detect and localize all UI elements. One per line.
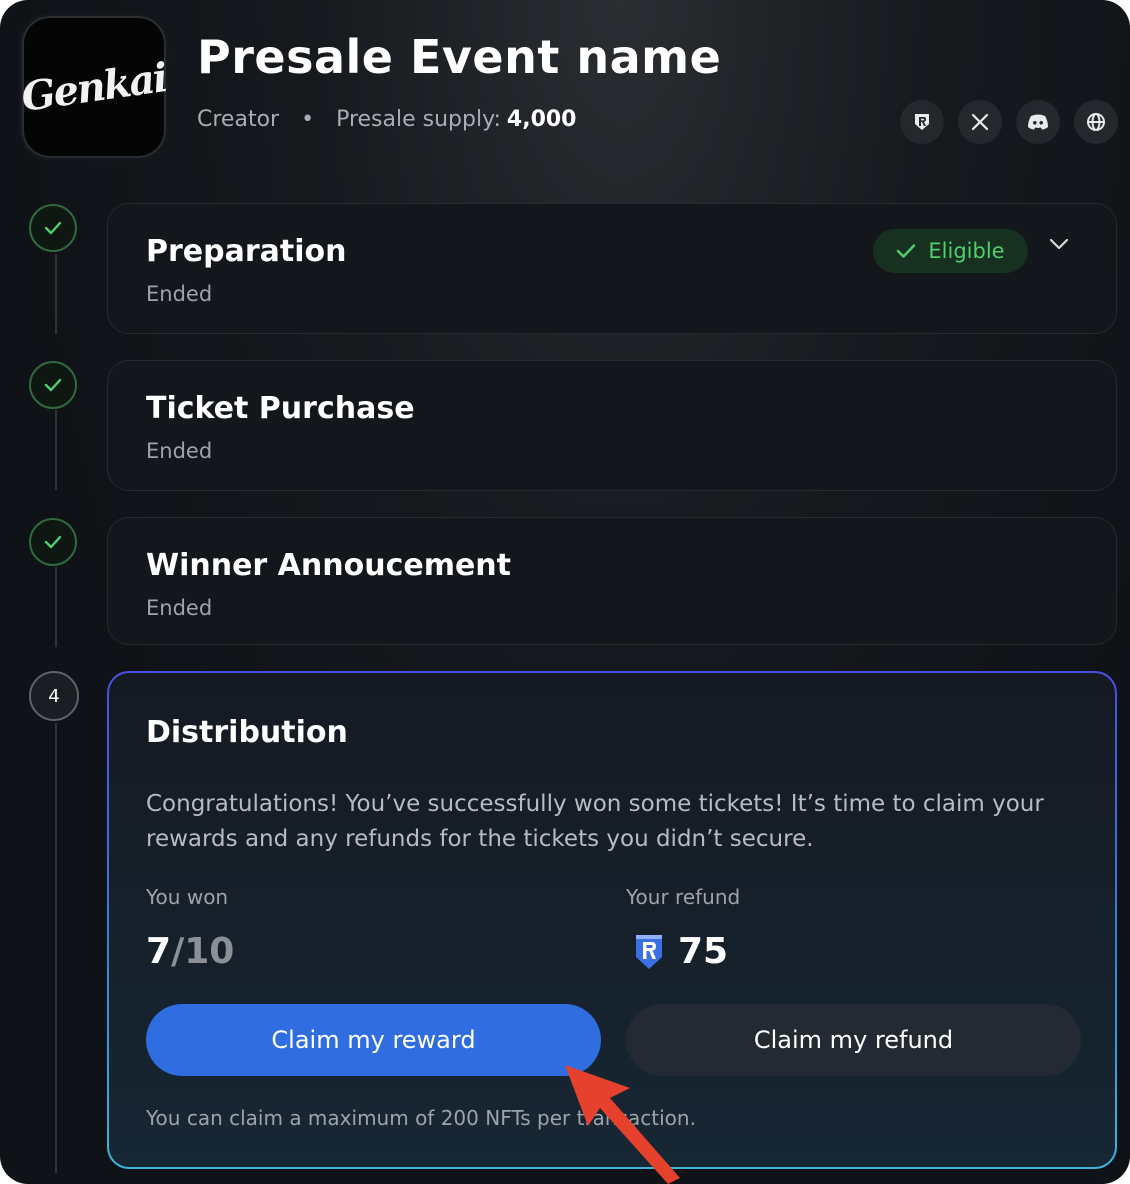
step-status: Ended xyxy=(146,439,213,463)
eligible-badge: Eligible xyxy=(873,229,1028,273)
globe-icon[interactable] xyxy=(1074,100,1118,144)
creator-label[interactable]: Creator xyxy=(197,107,279,132)
step-number: 4 xyxy=(29,671,79,721)
page-title: Presale Event name xyxy=(197,30,722,84)
event-meta: Creator • Presale supply: 4,000 xyxy=(197,107,577,132)
x-icon[interactable] xyxy=(958,100,1002,144)
won-value: 7/10 xyxy=(146,931,234,972)
refund-label: Your refund xyxy=(626,885,741,909)
eligible-label: Eligible xyxy=(928,239,1005,263)
step-card-preparation[interactable]: Preparation Ended Eligible xyxy=(107,203,1117,334)
refund-amount: 75 xyxy=(634,931,728,972)
step-card-ticket-purchase[interactable]: Ticket Purchase Ended xyxy=(107,360,1117,491)
step-title: Ticket Purchase xyxy=(146,391,415,426)
won-total: /10 xyxy=(171,931,235,972)
claim-reward-button[interactable]: Claim my reward xyxy=(146,1004,601,1076)
step-complete-check-icon xyxy=(29,204,77,252)
timeline-connector xyxy=(55,254,57,334)
shield-logo-icon[interactable] xyxy=(900,100,944,144)
check-icon xyxy=(897,244,916,258)
meta-separator: • xyxy=(301,107,315,132)
step-card-winner-announcement[interactable]: Winner Annoucement Ended xyxy=(107,517,1117,645)
step-title: Preparation xyxy=(146,234,347,269)
project-logo: Genkai xyxy=(19,18,169,156)
presale-window: Genkai Presale Event name Creator • Pres… xyxy=(0,0,1130,1184)
refund-value: 75 xyxy=(678,931,729,972)
won-count: 7 xyxy=(146,931,172,972)
logo-text: Genkai xyxy=(18,53,170,121)
won-label: You won xyxy=(146,885,229,909)
supply-value: 4,000 xyxy=(506,107,577,132)
step-status: Ended xyxy=(146,596,213,620)
discord-icon[interactable] xyxy=(1016,100,1060,144)
step-complete-check-icon xyxy=(29,361,77,409)
token-shield-icon xyxy=(636,934,662,969)
chevron-down-icon[interactable] xyxy=(1048,236,1070,255)
timeline-connector xyxy=(55,723,57,1173)
distribution-title: Distribution xyxy=(146,715,348,750)
step-title: Winner Annoucement xyxy=(146,548,512,583)
distribution-description: Congratulations! You’ve successfully won… xyxy=(146,791,1044,852)
social-links xyxy=(900,100,1118,144)
annotation-arrow-icon xyxy=(565,1065,680,1184)
step-complete-check-icon xyxy=(29,518,77,566)
supply-label: Presale supply: xyxy=(336,107,501,132)
timeline-connector xyxy=(55,410,57,490)
claim-refund-button[interactable]: Claim my refund xyxy=(626,1004,1081,1076)
timeline-connector xyxy=(55,567,57,647)
step-status: Ended xyxy=(146,282,213,306)
